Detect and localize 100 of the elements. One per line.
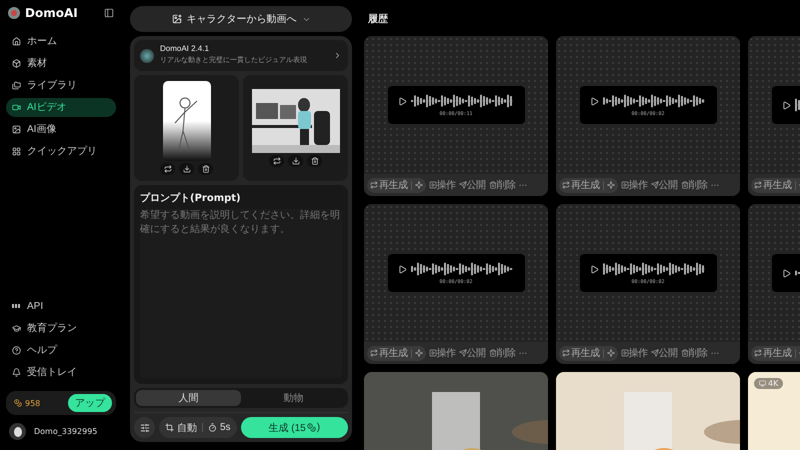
- image-icon: [12, 124, 21, 134]
- regenerate-button[interactable]: 再生成: [559, 178, 618, 192]
- action-button[interactable]: ···: [710, 348, 719, 358]
- history-title: 履歴: [368, 12, 389, 26]
- play-icon[interactable]: [590, 96, 598, 106]
- repeat-icon: [370, 349, 378, 357]
- credit-count: 958: [14, 398, 40, 408]
- box-icon: [12, 58, 21, 68]
- nav-item[interactable]: 受信トレイ: [6, 362, 116, 382]
- upgrade-button[interactable]: アップ: [68, 394, 112, 412]
- regenerate-button[interactable]: 再生成: [559, 346, 618, 360]
- trash-icon: [488, 181, 496, 189]
- repeat-icon: [562, 349, 570, 357]
- video-camera-icon: [12, 102, 21, 112]
- graduation-cap-icon: [12, 324, 21, 332]
- help-icon: [12, 346, 21, 354]
- folders-icon: [12, 80, 21, 90]
- trash-icon: [680, 349, 688, 357]
- generate-button[interactable]: 生成 (15 ): [240, 417, 348, 438]
- options-button[interactable]: 自動 5s: [159, 417, 237, 438]
- action-button[interactable]: 削除: [680, 178, 708, 192]
- action-button[interactable]: ···: [710, 180, 719, 190]
- regenerate-button[interactable]: 再生成: [751, 346, 800, 360]
- action-button[interactable]: 削除: [680, 346, 708, 360]
- action-button[interactable]: 削除: [488, 346, 516, 360]
- regenerate-button[interactable]: 再生成: [367, 346, 426, 360]
- nav-item[interactable]: ホーム: [6, 32, 116, 50]
- settings-button[interactable]: [134, 417, 155, 438]
- play-square-icon: [620, 349, 628, 357]
- action-button[interactable]: 公開: [458, 178, 486, 192]
- user-avatar[interactable]: [9, 423, 26, 440]
- nav-item[interactable]: 教育プラン: [6, 318, 116, 338]
- action-button[interactable]: 操作: [428, 178, 456, 192]
- action-button[interactable]: 操作: [428, 346, 456, 360]
- trash-icon: [680, 181, 688, 189]
- delete-button[interactable]: [198, 163, 213, 175]
- action-button[interactable]: 公開: [650, 346, 678, 360]
- repeat-icon: [562, 181, 570, 189]
- waveform-icon: [410, 261, 512, 277]
- action-button[interactable]: ···: [518, 348, 527, 358]
- chevron-right-icon: [333, 51, 342, 60]
- delete-button[interactable]: [307, 155, 322, 167]
- brand-name: DomoAI: [25, 6, 79, 20]
- play-icon[interactable]: [782, 100, 790, 110]
- repeat-icon: [164, 165, 172, 173]
- timer-icon: [208, 423, 217, 432]
- action-button[interactable]: ···: [518, 180, 527, 190]
- waveform-icon: [602, 93, 704, 109]
- download-icon: [182, 165, 190, 173]
- prompt-field[interactable]: 希望する動画を説明してください。詳細を明確にすると結果が良くなります。: [140, 209, 342, 378]
- replace-button[interactable]: [160, 163, 175, 175]
- action-button[interactable]: 公開: [650, 178, 678, 192]
- model-icon: [140, 48, 154, 62]
- repeat-icon: [272, 157, 280, 165]
- send-icon: [650, 349, 658, 357]
- user-name: Domo_3392995: [34, 427, 98, 436]
- play-icon[interactable]: [590, 264, 598, 274]
- api-icon: [12, 303, 21, 309]
- repeat-icon: [370, 181, 378, 189]
- regenerate-button[interactable]: 再生成: [751, 178, 800, 192]
- nav-item[interactable]: クイックアプリ: [6, 142, 116, 160]
- type-tab[interactable]: 動物: [241, 390, 346, 406]
- coin-icon: [306, 423, 316, 432]
- download-icon: [292, 157, 300, 165]
- play-icon[interactable]: [398, 96, 406, 106]
- sliders-icon: [140, 422, 150, 432]
- trash-icon: [202, 165, 210, 173]
- aspect-icon: [165, 423, 174, 432]
- waveform-icon: [410, 93, 512, 109]
- image-icon: [172, 14, 182, 24]
- logo-icon: [8, 7, 20, 19]
- repeat-icon: [754, 349, 762, 357]
- nav-item[interactable]: AI画像: [6, 120, 116, 138]
- nav-item[interactable]: API: [6, 296, 116, 316]
- type-tab[interactable]: 人間: [136, 390, 241, 406]
- mode-dropdown[interactable]: キャラクターから動画へ: [130, 6, 352, 32]
- play-icon[interactable]: [398, 264, 406, 274]
- play-icon[interactable]: [782, 268, 790, 278]
- play-square-icon: [620, 181, 628, 189]
- nav-item[interactable]: ライブラリ: [6, 76, 116, 94]
- sparkle-icon: [414, 349, 422, 357]
- regenerate-button[interactable]: 再生成: [367, 178, 426, 192]
- grid-icon: [12, 146, 21, 156]
- trash-icon: [310, 157, 318, 165]
- sidebar-toggle-icon[interactable]: [104, 8, 114, 18]
- bell-icon: [12, 368, 21, 376]
- action-button[interactable]: 操作: [620, 346, 648, 360]
- trash-icon: [488, 349, 496, 357]
- monitor-icon: [759, 380, 766, 387]
- action-button[interactable]: 削除: [488, 178, 516, 192]
- action-button[interactable]: 操作: [620, 178, 648, 192]
- replace-button[interactable]: [269, 155, 284, 167]
- nav-item[interactable]: AIビデオ: [6, 98, 116, 116]
- download-button[interactable]: [179, 163, 194, 175]
- download-button[interactable]: [288, 155, 303, 167]
- resolution-badge: 4K: [754, 378, 784, 389]
- action-button[interactable]: 公開: [458, 346, 486, 360]
- nav-item[interactable]: ヘルプ: [6, 340, 116, 360]
- sparkle-icon: [606, 349, 614, 357]
- nav-item[interactable]: 素材: [6, 54, 116, 72]
